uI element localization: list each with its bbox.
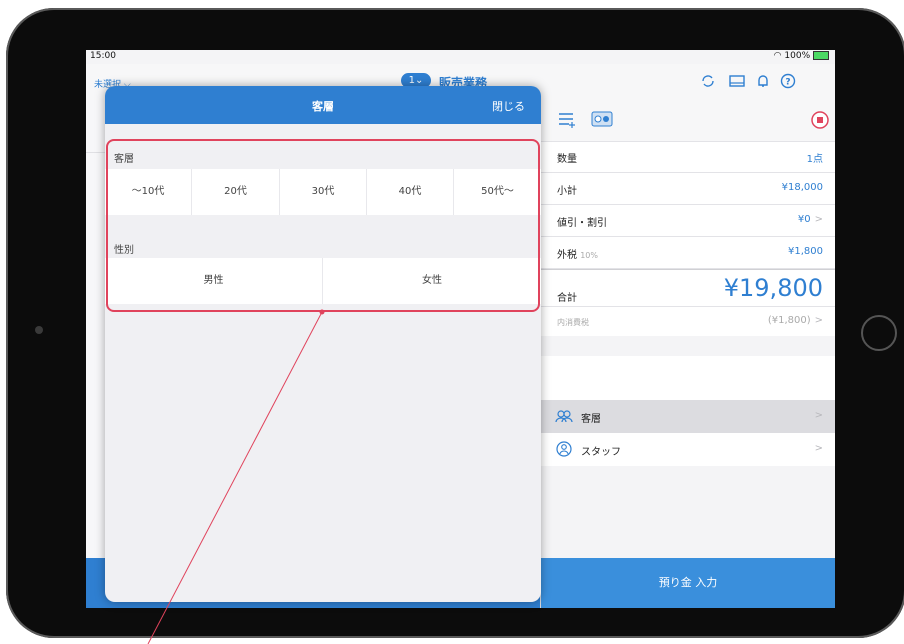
callout-line [147, 309, 325, 644]
